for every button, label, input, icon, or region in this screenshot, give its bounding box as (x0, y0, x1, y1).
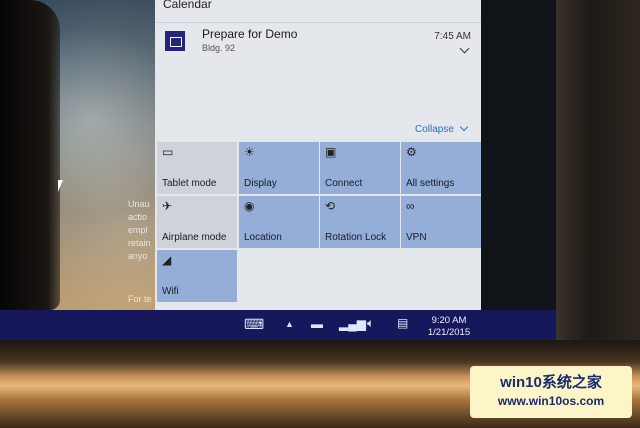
quick-action-label: Display (244, 178, 277, 189)
wifi-icon: ◢ (162, 253, 172, 267)
quick-action-tablet-mode[interactable]: ▭ Tablet mode (157, 142, 237, 194)
quick-action-wifi[interactable]: ◢ Wifi (157, 250, 237, 302)
airplane-icon: ✈ (162, 199, 173, 213)
clock-date: 1/21/2015 (427, 327, 471, 338)
quick-action-label: Wifi (162, 286, 179, 297)
quick-action-vpn[interactable]: ∞ VPN (401, 196, 481, 248)
rotation-lock-icon: ⟲ (325, 199, 336, 213)
action-center-icon[interactable]: ▤ (397, 316, 408, 330)
signal-icon[interactable]: ▂▄▆ (339, 317, 366, 331)
battery-icon[interactable]: ▬ (311, 317, 323, 331)
watermark-title: win10系统之家 (500, 374, 602, 391)
notification-title: Prepare for Demo (202, 27, 298, 41)
chevron-down-icon[interactable] (459, 122, 469, 132)
quick-action-airplane-mode[interactable]: ✈ Airplane mode (157, 196, 237, 248)
vpn-icon: ∞ (406, 199, 415, 213)
mouse-pointer-icon (58, 180, 63, 192)
lock-text-line: empl (128, 225, 148, 235)
lock-text-line: Unau (128, 199, 150, 209)
watermark-url: www.win10os.com (497, 394, 605, 408)
expand-chevron-icon[interactable] (459, 43, 470, 54)
quick-action-connect[interactable]: ▣ Connect (320, 142, 400, 194)
watermark: win10系统之家 www.win10os.com (470, 366, 632, 418)
volume-icon[interactable]: 🔈︎ (367, 316, 374, 331)
notification-time: 7:45 AM (434, 31, 471, 42)
notification-group-header: Calendar (163, 0, 212, 11)
calendar-notification[interactable]: Prepare for Demo Bldg. 92 7:45 AM (155, 22, 481, 64)
screen: Unau actio empl retain anyo For te Calen… (0, 0, 556, 340)
tablet-icon: ▭ (162, 145, 174, 159)
taskbar-clock[interactable]: 9:20 AM 1/21/2015 (424, 315, 474, 339)
quick-action-label: Location (244, 232, 282, 243)
clock-time: 9:20 AM (431, 315, 467, 326)
lock-text-line: retain (128, 238, 151, 248)
taskbar: ⌨ ▲ ▬ ▂▄▆ 🔈︎ ▤ 9:20 AM 1/21/2015 (0, 310, 556, 340)
gear-icon: ⚙ (406, 145, 417, 159)
lock-text-footer: For te (128, 294, 152, 304)
location-icon: ◉ (244, 199, 255, 213)
quick-action-display[interactable]: ☀ Display (239, 142, 319, 194)
quick-action-rotation-lock[interactable]: ⟲ Rotation Lock (320, 196, 400, 248)
quick-action-label: Airplane mode (162, 232, 227, 243)
quick-action-label: VPN (406, 232, 427, 243)
monitor-bezel (556, 0, 640, 370)
quick-action-location[interactable]: ◉ Location (239, 196, 319, 248)
quick-action-label: All settings (406, 178, 455, 189)
quick-action-label: Tablet mode (162, 178, 217, 189)
chevron-up-icon[interactable]: ▲ (285, 319, 294, 329)
lock-text-line: anyo (128, 251, 148, 261)
calendar-icon (165, 31, 185, 51)
quick-action-all-settings[interactable]: ⚙ All settings (401, 142, 481, 194)
brightness-icon: ☀ (244, 145, 255, 159)
quick-action-label: Connect (325, 178, 363, 189)
notification-location: Bldg. 92 (202, 43, 236, 53)
connect-icon: ▣ (325, 145, 337, 159)
collapse-button[interactable]: Collapse (415, 124, 454, 135)
keyboard-icon[interactable]: ⌨ (244, 316, 264, 333)
quick-action-label: Rotation Lock (325, 232, 387, 243)
action-center: Calendar Prepare for Demo Bldg. 92 7:45 … (155, 0, 481, 312)
wallpaper-rock (0, 0, 60, 310)
lock-text-line: actio (128, 212, 148, 222)
